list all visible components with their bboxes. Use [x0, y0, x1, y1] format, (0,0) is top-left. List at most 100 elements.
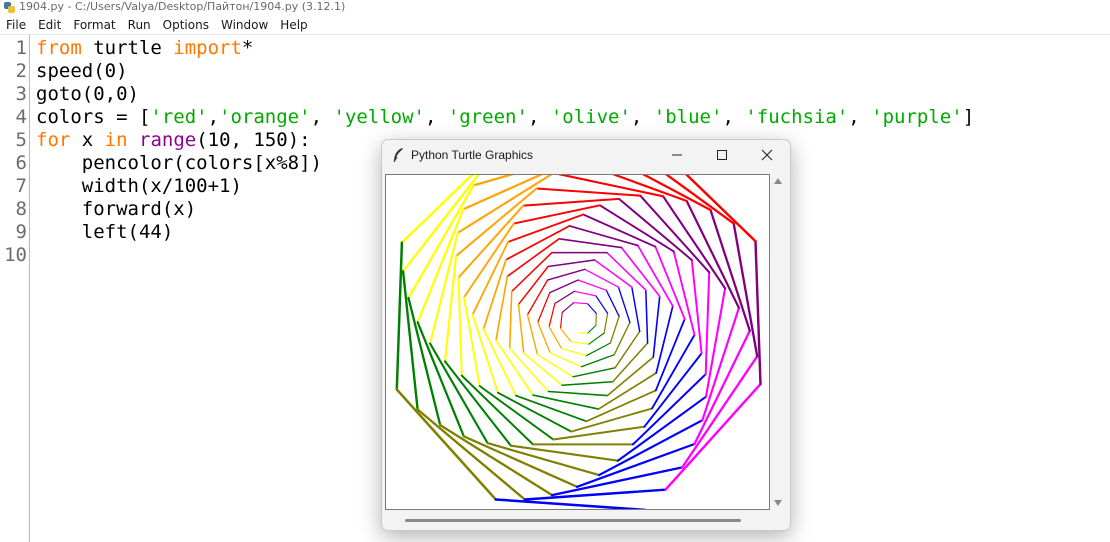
code-token: colors = [ — [36, 106, 151, 128]
menu-run[interactable]: Run — [122, 18, 157, 32]
line-number: 5 — [15, 129, 27, 151]
code-token: , — [310, 106, 334, 128]
code-token: , — [630, 106, 654, 128]
turtle-segment — [457, 204, 525, 279]
turtle-segment — [605, 289, 620, 317]
code-token: left(44) — [36, 221, 174, 243]
code-token: (10, 150): — [196, 129, 311, 151]
turtle-segment — [573, 290, 597, 297]
turtle-segment — [570, 341, 590, 345]
turtle-segment — [655, 305, 674, 374]
code-token: x — [70, 129, 105, 151]
code-token: ] — [962, 106, 975, 128]
turtle-segment — [407, 184, 475, 300]
turtle-segment — [650, 139, 757, 243]
code-line-2: speed(0) — [36, 60, 128, 83]
turtle-graphics-window: Python Turtle Graphics — [381, 139, 791, 531]
turtle-segment — [463, 296, 481, 387]
line-number-gutter: 1 2 3 4 5 6 7 8 9 10 — [0, 35, 30, 542]
code-token: 'blue' — [653, 106, 723, 128]
code-token: turtle — [81, 37, 174, 59]
code-token: , — [722, 106, 746, 128]
turtle-segment — [603, 312, 609, 334]
menu-options[interactable]: Options — [157, 18, 215, 32]
menu-window[interactable]: Window — [215, 18, 274, 32]
menu-help[interactable]: Help — [274, 18, 313, 32]
code-line-7: width(x/100+1) — [36, 175, 242, 198]
turtle-segment — [547, 390, 609, 397]
turtle-segment — [577, 279, 607, 291]
code-token: 'fuchsia' — [745, 106, 849, 128]
turtle-segment — [522, 197, 620, 207]
minimize-button[interactable] — [664, 144, 690, 166]
turtle-segment — [537, 291, 551, 323]
turtle-segment — [709, 208, 751, 332]
line-number: 3 — [15, 83, 27, 105]
turtle-segment — [690, 259, 703, 355]
line-number: 7 — [15, 175, 27, 197]
vertical-scrollbar[interactable] — [771, 174, 785, 510]
horizontal-scroll-thumb[interactable] — [405, 519, 741, 522]
close-icon — [761, 149, 773, 161]
turtle-canvas[interactable] — [385, 139, 770, 512]
turtle-segment — [572, 367, 616, 378]
code-token: forward(x) — [36, 198, 197, 220]
code-line-6: pencolor(colors[x%8]) — [36, 152, 322, 175]
code-token: in — [104, 129, 128, 151]
turtle-segment — [457, 276, 463, 377]
code-token: , — [207, 106, 220, 128]
turtle-segment — [575, 442, 696, 488]
turtle-segment — [554, 290, 576, 305]
code-line-3: goto(0,0) — [36, 83, 139, 106]
menu-format[interactable]: Format — [67, 18, 121, 32]
code-token: 'green' — [447, 106, 528, 128]
code-token: 'yellow' — [333, 106, 425, 128]
turtle-segment — [614, 330, 641, 369]
turtle-segment — [559, 311, 563, 329]
python-icon — [4, 1, 15, 13]
turtle-segment — [585, 342, 612, 357]
turtle-segment — [652, 295, 661, 358]
code-token: goto(0,0) — [36, 83, 139, 105]
turtle-segment — [573, 302, 589, 305]
scroll-down-arrow-icon[interactable] — [774, 500, 782, 506]
turtle-segment — [609, 315, 620, 344]
line-number: 1 — [15, 37, 27, 59]
turtle-segment — [560, 347, 588, 357]
turtle-segment — [395, 241, 404, 391]
code-token: for — [36, 129, 71, 151]
line-number: 10 — [4, 244, 27, 266]
menu-file[interactable]: File — [0, 18, 32, 32]
turtle-segment — [754, 239, 762, 386]
code-token: 'red' — [150, 106, 208, 128]
scroll-up-arrow-icon[interactable] — [774, 178, 782, 184]
turtle-segment — [588, 332, 605, 345]
turtle-segment — [439, 423, 554, 497]
turtle-segment — [548, 302, 556, 328]
code-token: * — [241, 37, 254, 59]
turtle-segment — [643, 352, 703, 428]
turtle-drawing — [395, 139, 762, 512]
turtle-window-title: Python Turtle Graphics — [411, 148, 534, 162]
turtle-segment — [587, 324, 597, 334]
turtle-segment — [478, 385, 555, 441]
code-token: from — [36, 37, 82, 59]
maximize-button[interactable] — [709, 144, 735, 166]
turtle-segment — [549, 279, 579, 294]
menu-bar: File Edit Format Run Options Window Help — [0, 15, 1110, 35]
turtle-segment — [443, 254, 458, 363]
line-number: 4 — [15, 106, 27, 128]
turtle-segment — [535, 187, 642, 197]
turtle-segment — [546, 268, 586, 281]
turtle-segment — [537, 321, 551, 354]
maximize-icon — [717, 150, 727, 160]
code-token: , — [848, 106, 872, 128]
close-button[interactable] — [754, 144, 780, 166]
turtle-window-title-bar[interactable]: Python Turtle Graphics — [382, 140, 790, 170]
turtle-segment — [580, 354, 615, 368]
code-token: width(x/100+1) — [36, 175, 242, 197]
horizontal-scrollbar[interactable] — [385, 511, 769, 527]
menu-edit[interactable]: Edit — [32, 18, 67, 32]
turtle-segment — [460, 374, 534, 446]
